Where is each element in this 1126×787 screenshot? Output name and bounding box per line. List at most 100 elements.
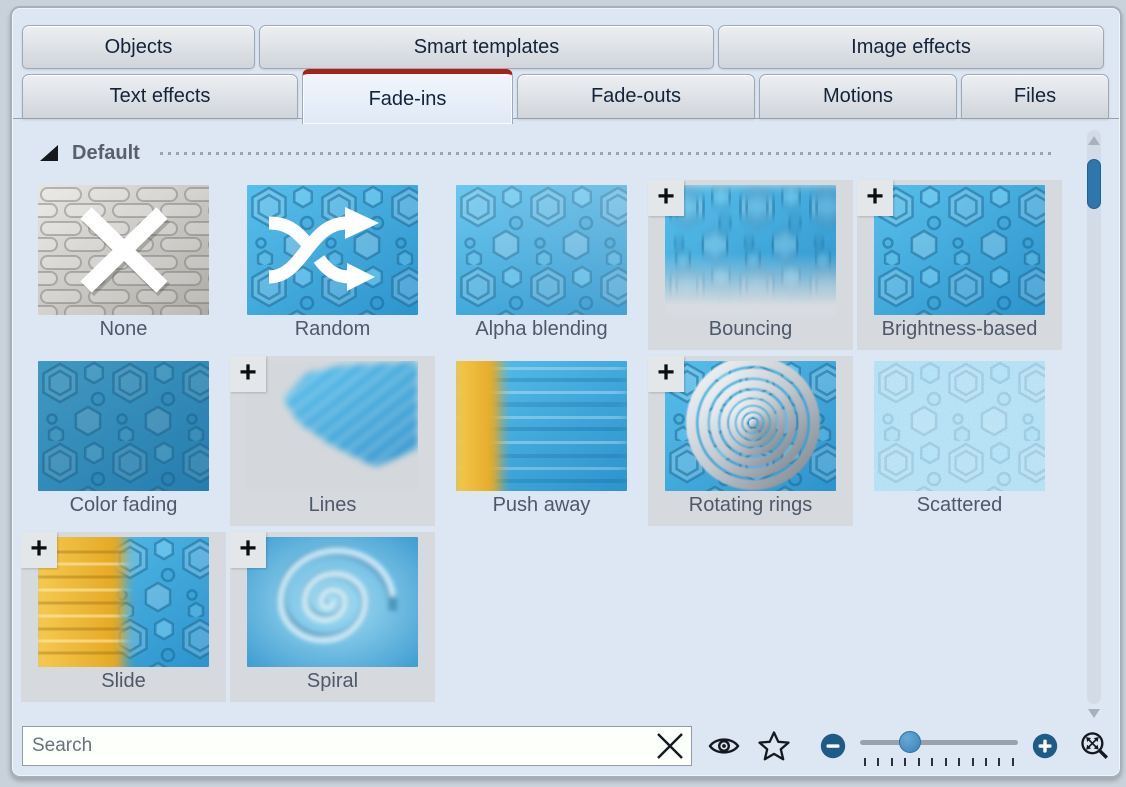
tab-label: Image effects (851, 36, 971, 59)
zoom-slider-track[interactable] (860, 740, 1018, 745)
effect-thumbnail (456, 185, 627, 315)
tab-bottom-divider (13, 118, 1119, 119)
zoom-in-button[interactable] (1032, 733, 1058, 759)
section-title: Default (72, 142, 140, 165)
bottom-toolbar (22, 724, 1110, 768)
zoom-slider-thumb[interactable] (899, 731, 921, 753)
effect-thumbnail (247, 537, 418, 667)
plus-glyph: + (239, 532, 257, 565)
magnifier-fit-icon (1078, 730, 1110, 762)
effect-label: Lines (230, 494, 435, 517)
zoom-slider[interactable] (858, 726, 1020, 766)
effect-label: Scattered (857, 494, 1062, 517)
effect-item-scattered[interactable]: Scattered (857, 356, 1062, 526)
thumbnail-art-lines (247, 361, 418, 491)
tab-label: Objects (105, 36, 173, 59)
tab-fade-ins[interactable]: Fade-ins (302, 69, 513, 124)
clear-search-button[interactable] (651, 729, 689, 763)
scrollbar-down-arrow[interactable] (1088, 709, 1100, 718)
effect-thumbnail (38, 185, 209, 315)
addon-plus-badge[interactable]: + (648, 356, 684, 392)
addon-plus-badge[interactable]: + (230, 356, 266, 392)
plus-circle-icon (1032, 733, 1058, 759)
tab-label: Fade-ins (369, 88, 447, 111)
effect-thumbnail (665, 361, 836, 491)
effect-label: Slide (21, 670, 226, 693)
thumbnail-art-random (247, 185, 418, 315)
thumbnail-art-brightness-based (874, 185, 1045, 315)
effect-item-alpha-blending[interactable]: Alpha blending (439, 180, 644, 350)
effect-thumbnail (247, 361, 418, 491)
addon-plus-badge[interactable]: + (648, 180, 684, 216)
effect-item-slide[interactable]: + (21, 532, 226, 702)
tab-label: Text effects (110, 85, 211, 108)
tab-text-effects[interactable]: Text effects (22, 74, 298, 119)
effect-label: Brightness-based (857, 318, 1062, 341)
tab-smart-templates[interactable]: Smart templates (259, 25, 714, 69)
effect-label: Color fading (21, 494, 226, 517)
eye-icon (708, 734, 740, 758)
effect-label: Alpha blending (439, 318, 644, 341)
effect-label: Rotating rings (648, 494, 853, 517)
addon-plus-badge[interactable]: + (857, 180, 893, 216)
effect-item-brightness-based[interactable]: + Brightness-based (857, 180, 1062, 350)
effect-thumbnail (874, 185, 1045, 315)
zoom-out-button[interactable] (820, 733, 846, 759)
tab-image-effects[interactable]: Image effects (718, 25, 1104, 69)
addon-plus-badge[interactable]: + (230, 532, 266, 568)
plus-glyph: + (30, 532, 48, 565)
scrollbar-up-arrow[interactable] (1088, 136, 1100, 145)
section-divider-dotted (160, 152, 1056, 155)
section-header-default[interactable]: Default (40, 140, 1056, 166)
tab-objects[interactable]: Objects (22, 25, 255, 69)
effect-item-none[interactable]: None (21, 180, 226, 350)
favorites-button[interactable] (758, 731, 790, 761)
collapse-triangle-icon (40, 145, 58, 161)
scrollbar-thumb[interactable] (1087, 159, 1101, 209)
scrollbar-track[interactable] (1087, 130, 1101, 704)
tab-fade-outs[interactable]: Fade-outs (517, 74, 755, 119)
zoom-fit-button[interactable] (1078, 730, 1110, 762)
tab-row-2: Text effects Fade-ins Fade-outs Motions … (22, 74, 1109, 119)
effect-item-random[interactable]: Random (230, 180, 435, 350)
star-icon (758, 731, 790, 761)
effect-thumbnail (456, 361, 627, 491)
effect-thumbnail (38, 537, 209, 667)
zoom-slider-ticks (864, 758, 1014, 766)
plus-glyph: + (657, 180, 675, 213)
tab-row-1: Objects Smart templates Image effects (22, 25, 1104, 69)
preview-visibility-button[interactable] (708, 734, 740, 758)
effect-item-color-fading[interactable]: Color fading (21, 356, 226, 526)
plus-glyph: + (657, 356, 675, 389)
effect-label: Push away (439, 494, 644, 517)
thumbnail-art-alpha-blending (456, 185, 627, 315)
tab-label: Smart templates (414, 36, 560, 59)
close-icon (654, 731, 686, 761)
effect-label: Random (230, 318, 435, 341)
effect-label: Bouncing (648, 318, 853, 341)
thumbnail-art-color-fading (38, 361, 209, 491)
tab-motions[interactable]: Motions (759, 74, 957, 119)
thumbnail-art-rotating-rings (665, 361, 836, 491)
thumbnail-art-push-away (456, 361, 627, 491)
effect-label: Spiral (230, 670, 435, 693)
effect-thumbnail (38, 361, 209, 491)
tab-label: Motions (823, 85, 893, 108)
effect-item-rotating-rings[interactable]: + Rotating rings (648, 356, 853, 526)
effect-label: None (21, 318, 226, 341)
minus-circle-icon (820, 733, 846, 759)
effect-item-bouncing[interactable]: + Bouncing (648, 180, 853, 350)
search-input[interactable] (22, 726, 692, 766)
tab-files[interactable]: Files (961, 74, 1109, 119)
plus-glyph: + (239, 356, 257, 389)
effect-item-lines[interactable]: + Lines (230, 356, 435, 526)
effect-item-spiral[interactable]: + Spiral (230, 532, 435, 702)
search-box (22, 726, 692, 766)
addon-plus-badge[interactable]: + (21, 532, 57, 568)
plus-glyph: + (866, 180, 884, 213)
thumbnail-art-spiral (247, 537, 418, 667)
thumbnail-art-slide (38, 537, 209, 667)
scrollbar[interactable] (1084, 130, 1104, 718)
effect-item-push-away[interactable]: Push away (439, 356, 644, 526)
tab-label: Files (1014, 85, 1056, 108)
